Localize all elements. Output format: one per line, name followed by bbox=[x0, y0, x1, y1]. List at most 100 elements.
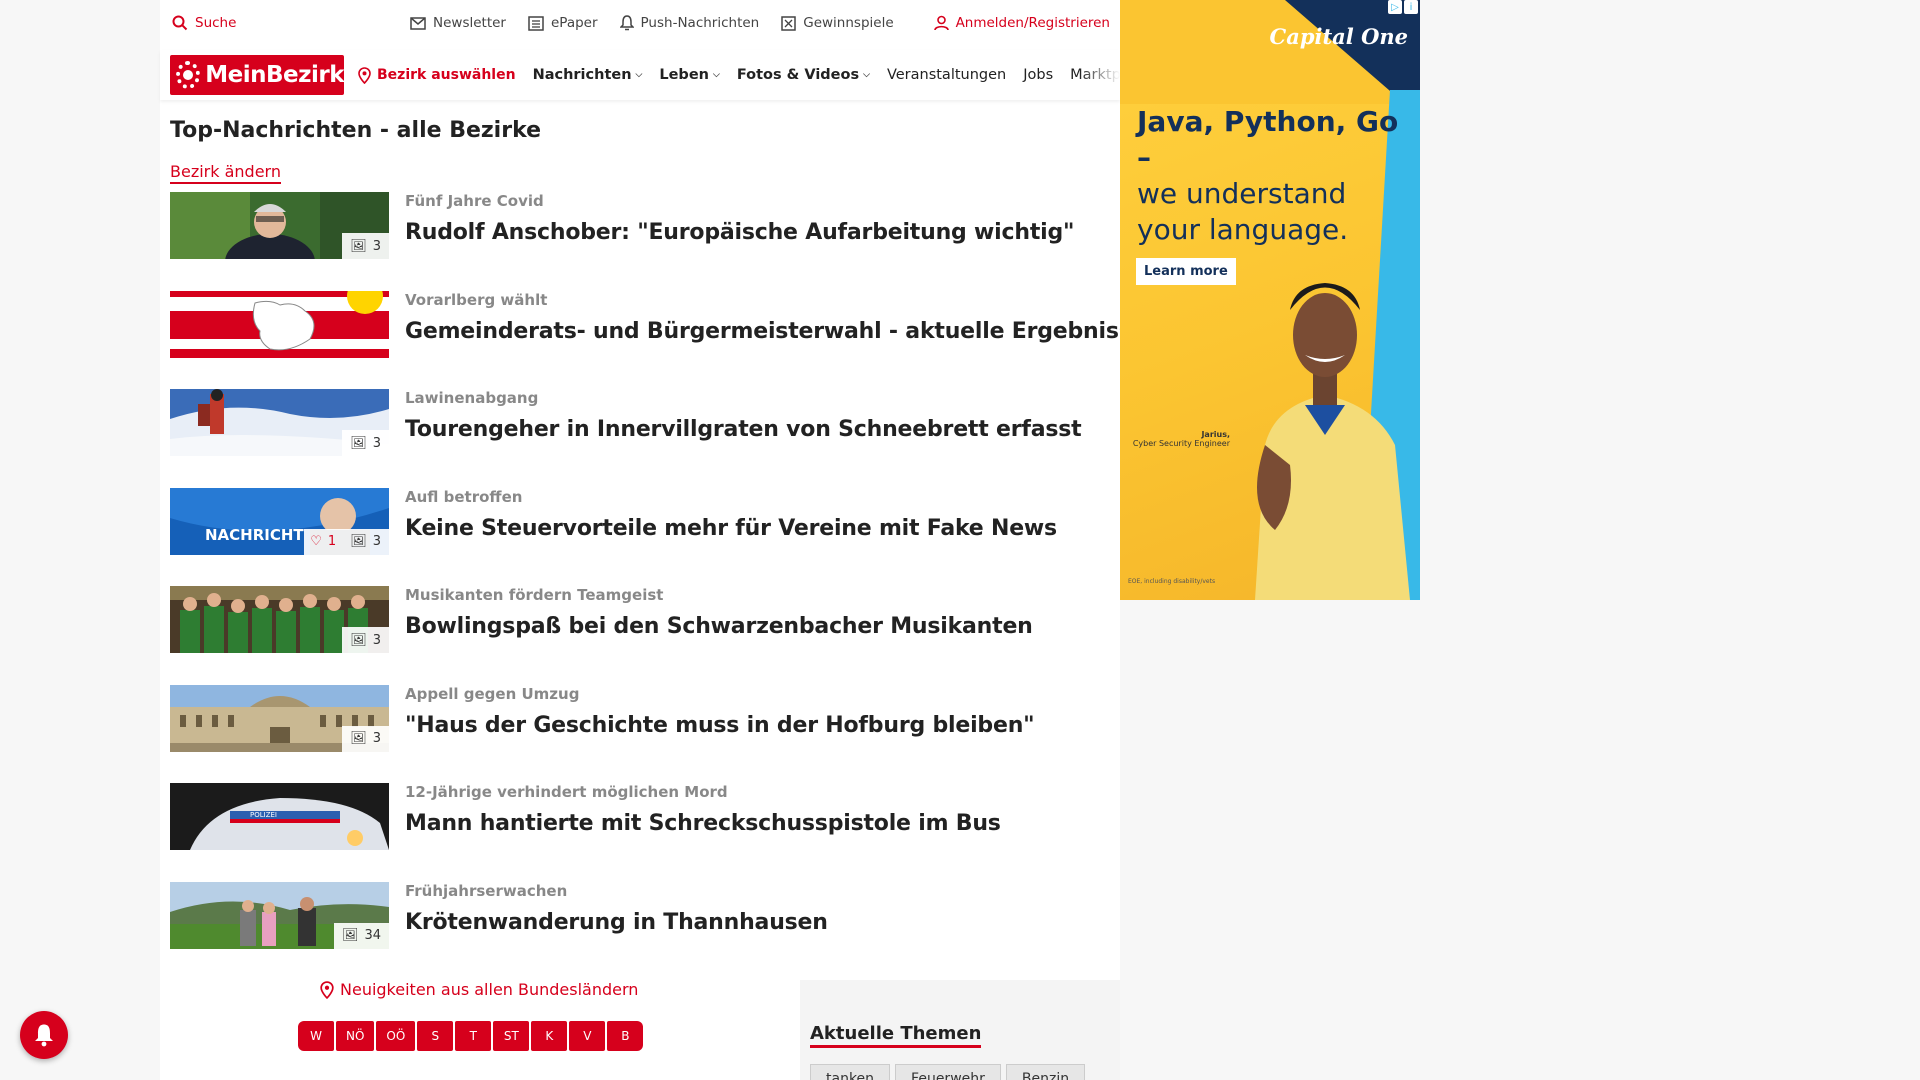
state-button-t[interactable]: T bbox=[455, 1021, 492, 1051]
ad-choices[interactable]: ▷ i bbox=[1388, 0, 1418, 14]
state-button-k[interactable]: K bbox=[531, 1021, 568, 1051]
article-thumbnail[interactable]: 🖼 3 bbox=[170, 684, 389, 752]
article-kicker: Appell gegen Umzug bbox=[405, 684, 580, 703]
article-kicker: Fünf Jahre Covid bbox=[405, 192, 544, 210]
photo-count-badge: 🖼 3 bbox=[342, 627, 389, 653]
ad-person-image bbox=[1255, 283, 1410, 600]
login-link[interactable]: Anmelden/Registrieren bbox=[933, 15, 1110, 31]
photo-count-badge: 🖼 3 bbox=[342, 725, 389, 752]
article-headline[interactable]: Bowlingspaß bei den Schwarzenbacher Musi… bbox=[405, 614, 1033, 639]
state-button-w[interactable]: W bbox=[298, 1021, 334, 1051]
topic-tag[interactable]: Benzin bbox=[1005, 1064, 1086, 1080]
police-car-photo: POLIZEI bbox=[170, 783, 389, 850]
photo-count-badge: 🖼 3 bbox=[342, 528, 389, 555]
nav-item-label: Jobs bbox=[1023, 67, 1054, 83]
search-button[interactable]: Suche bbox=[172, 15, 236, 31]
article-item[interactable]: POLIZEI 12-Jährige verhindert möglichen … bbox=[170, 783, 1110, 882]
article-headline[interactable]: Tourengeher in Innervillgraten von Schne… bbox=[405, 417, 1082, 442]
article-item[interactable]: 🖼 3 Fünf Jahre Covid Rudolf Anschober: "… bbox=[170, 192, 1110, 291]
article-item[interactable]: 🖼 3 Appell gegen Umzug "Haus der Geschic… bbox=[170, 684, 1110, 784]
nav-item-label: Leben bbox=[659, 67, 709, 83]
location-pin-icon bbox=[358, 66, 371, 84]
login-label: Anmelden/Registrieren bbox=[955, 15, 1110, 31]
state-buttons: W NÖ OÖ S T ST K V B bbox=[298, 1021, 644, 1051]
gewinnspiele-label: Gewinnspiele bbox=[803, 15, 894, 31]
bezirk-select-button[interactable]: Bezirk auswählen bbox=[358, 66, 516, 84]
article-headline[interactable]: "Haus der Geschichte muss in der Hofburg… bbox=[405, 713, 1035, 738]
nav-item-leben[interactable]: Leben ⌵ bbox=[659, 67, 719, 83]
utility-bar: Suche Newsletter ePaper Push-Nachrichten… bbox=[160, 0, 1120, 46]
photo-count-badge: 🖼 3 bbox=[342, 430, 389, 456]
article-headline[interactable]: Rudolf Anschober: "Europäische Aufarbeit… bbox=[405, 220, 1074, 245]
article-item[interactable]: 🖼 3 Musikanten fördern Teamgeist Bowling… bbox=[170, 586, 1110, 685]
change-bezirk-link[interactable]: Bezirk ändern bbox=[170, 162, 281, 184]
page-title: Top-Nachrichten - alle Bezirke bbox=[170, 118, 542, 143]
ad-brand-logo: Capital One bbox=[1269, 24, 1409, 49]
article-kicker: Musikanten fördern Teamgeist bbox=[405, 586, 664, 604]
bell-icon bbox=[35, 1024, 53, 1047]
article-item[interactable]: Vorarlberg wählt Gemeinderats- und Bürge… bbox=[170, 290, 1147, 390]
newsletter-link[interactable]: Newsletter bbox=[410, 15, 506, 31]
photo-count-badge: 🖼 3 bbox=[342, 233, 389, 259]
epaper-link[interactable]: ePaper bbox=[528, 15, 598, 31]
state-button-v[interactable]: V bbox=[569, 1021, 606, 1051]
like-count-badge: ♡ 1 bbox=[304, 528, 343, 555]
article-item[interactable]: 🖼 34 Frühjahrserwachen Krötenwanderung i… bbox=[170, 881, 1110, 981]
bell-icon bbox=[619, 15, 634, 31]
article-list: 🖼 3 Fünf Jahre Covid Rudolf Anschober: "… bbox=[170, 192, 1147, 981]
ad-fine-print: EOE, including disability/vets bbox=[1128, 578, 1216, 585]
state-button-ooe[interactable]: OÖ bbox=[376, 1021, 416, 1051]
ad-headline-bold: Java, Python, Go – bbox=[1137, 105, 1399, 174]
article-thumbnail[interactable]: 🖼 3 bbox=[170, 586, 389, 653]
article-headline[interactable]: Keine Steuervorteile mehr für Vereine mi… bbox=[405, 516, 1057, 541]
ad-learn-more-button[interactable]: Learn more bbox=[1136, 258, 1236, 285]
push-label: Push-Nachrichten bbox=[640, 15, 760, 31]
notification-bell-button[interactable] bbox=[20, 1011, 68, 1059]
mail-icon bbox=[410, 16, 426, 30]
article-kicker: Lawinenabgang bbox=[405, 389, 539, 407]
article-item[interactable]: 🖼 3 Lawinenabgang Tourengeher in Innervi… bbox=[170, 389, 1110, 488]
photo-count: 3 bbox=[372, 731, 381, 746]
photo-count: 3 bbox=[372, 534, 381, 549]
article-headline[interactable]: Krötenwanderung in Thannhausen bbox=[405, 910, 828, 935]
all-states-news-label: Neuigkeiten aus allen Bundesländern bbox=[340, 980, 639, 999]
adchoices-icon: ▷ bbox=[1388, 0, 1402, 14]
topic-tag[interactable]: Feuerwehr bbox=[895, 1064, 1001, 1080]
state-button-st[interactable]: ST bbox=[493, 1021, 530, 1051]
nav-item-label: Fotos & Videos bbox=[736, 67, 860, 83]
article-thumbnail[interactable]: 🖼 34 bbox=[170, 881, 389, 949]
nav-item-fotos-videos[interactable]: Fotos & Videos ⌵ bbox=[737, 67, 870, 83]
site-logo[interactable]: MeinBezirk bbox=[170, 55, 344, 95]
nav-item-jobs[interactable]: Jobs bbox=[1023, 67, 1053, 83]
article-item[interactable]: NACHRICHT ♡ 1 🖼 3 Aufl betroffen Keine S… bbox=[170, 487, 1110, 587]
state-button-b[interactable]: B bbox=[607, 1021, 644, 1051]
nav-item-veranstaltungen[interactable]: Veranstaltungen bbox=[887, 67, 1006, 83]
article-thumbnail[interactable]: NACHRICHT ♡ 1 🖼 3 bbox=[170, 487, 389, 555]
ad-top-band bbox=[1120, 0, 1420, 104]
advertisement[interactable]: ▷ i Capital One Java, Python, Go – we un… bbox=[1120, 0, 1420, 600]
search-label: Suche bbox=[195, 15, 237, 31]
state-button-noe[interactable]: NÖ bbox=[336, 1021, 375, 1051]
logo-mark-icon bbox=[176, 61, 201, 89]
topic-tag[interactable]: tanken bbox=[810, 1064, 891, 1080]
article-thumbnail[interactable]: 🖼 3 bbox=[170, 389, 389, 456]
article-thumbnail[interactable]: POLIZEI bbox=[170, 783, 389, 850]
photo-count: 34 bbox=[364, 928, 381, 943]
article-headline[interactable]: Gemeinderats- und Bürgermeisterwahl - ak… bbox=[405, 319, 1147, 344]
heart-icon: ♡ bbox=[310, 534, 322, 549]
main-navigation: MeinBezirk Bezirk auswählen Nachrichten ⌵… bbox=[160, 50, 1120, 100]
push-link[interactable]: Push-Nachrichten bbox=[619, 15, 760, 31]
gallery-icon: 🖼 bbox=[350, 731, 367, 746]
user-icon bbox=[933, 15, 949, 31]
chevron-down-icon: ⌵ bbox=[712, 70, 720, 80]
svg-text:POLIZEI: POLIZEI bbox=[250, 811, 277, 819]
article-headline[interactable]: Mann hantierte mit Schreckschusspistole … bbox=[405, 811, 1001, 836]
photo-count: 3 bbox=[372, 435, 381, 451]
gewinnspiele-link[interactable]: Gewinnspiele bbox=[781, 15, 894, 31]
location-pin-icon bbox=[320, 980, 334, 999]
state-button-s[interactable]: S bbox=[417, 1021, 454, 1051]
all-states-news-link[interactable]: Neuigkeiten aus allen Bundesländern bbox=[320, 980, 638, 999]
article-thumbnail[interactable]: 🖼 3 bbox=[170, 192, 389, 259]
article-thumbnail[interactable] bbox=[170, 290, 389, 358]
nav-item-nachrichten[interactable]: Nachrichten ⌵ bbox=[533, 67, 643, 83]
